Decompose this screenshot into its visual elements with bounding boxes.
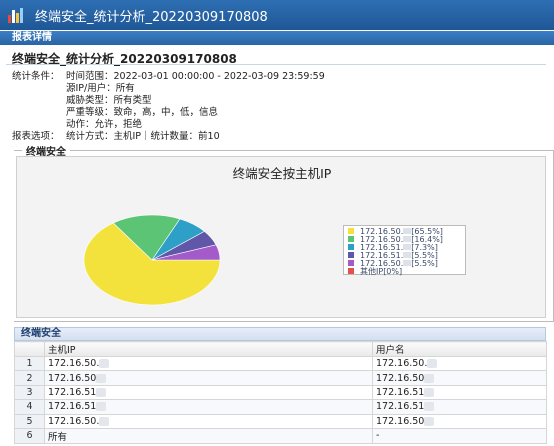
report-chart-icon [7,6,25,24]
redacted-mask [424,416,435,426]
table-row[interactable]: 2 172.16.50 172.16.50 [14,370,547,386]
results-table: 主机IP 用户名 1 172.16.50. 172.16.50. 2 172.16.50… [14,341,547,444]
redacted-mask [424,387,435,397]
table-row[interactable]: 4 172.16.51 172.16.51 [14,399,547,415]
panel-section-label: 报表详情 [0,31,554,45]
pie-chart-frame: 终端安全按主机IP 172.16.50. [65.5%] 172.16.50. [… [16,156,546,318]
cell-username: 172.16.50 [372,370,547,386]
redacted-mask [427,359,438,369]
cell-username: 172.16.51 [372,399,547,415]
legend-swatch [348,228,354,234]
redacted-mask [99,359,110,369]
cell-host-ip: 172.16.51 [44,399,373,415]
row-number: 1 [14,355,45,372]
legend-swatch [348,244,354,250]
legend-entry-6[interactable]: 其他IP [0%] [348,266,461,276]
redacted-mask [96,402,107,412]
row-number: 4 [14,399,45,415]
redacted-mask [403,252,412,258]
window-title: 终端安全_统计分析_20220309170808 [35,9,268,25]
row-number: 5 [14,413,45,429]
legend-swatch [348,260,354,266]
redacted-mask [424,373,435,383]
legend-swatch [348,236,354,242]
redacted-mask [424,402,435,412]
table-title: 终端安全 [14,327,546,341]
table-row[interactable]: 1 172.16.50. 172.16.50. [14,355,547,372]
table-row[interactable]: 6 所有 - [14,427,547,444]
table-row[interactable]: 3 172.16.51 172.16.51 [14,384,547,401]
legend-swatch [348,268,354,274]
redacted-mask [96,373,107,383]
pie-chart [83,214,221,306]
options-label: 报表选项： [12,131,60,142]
window-titlebar: 终端安全_统计分析_20220309170808 [0,0,554,30]
cell-host-ip: 172.16.51 [44,384,373,401]
redacted-mask [403,244,412,250]
redacted-mask [403,228,412,234]
stat-options: 统计方式：主机IP｜统计数量：前10 [66,131,220,142]
legend-percent: [0%] [383,266,403,276]
legend-label: 其他IP [360,266,384,276]
cell-host-ip: 172.16.50. [44,413,373,429]
cell-username: 172.16.50. [372,355,547,372]
cell-host-ip: 172.16.50 [44,370,373,386]
column-header-username[interactable]: 用户名 [372,341,547,357]
legend-percent: [5.5%] [411,258,438,268]
legend-swatch [348,252,354,258]
row-number-header [14,341,45,357]
cell-host-ip: 172.16.50. [44,355,373,372]
redacted-mask [403,260,412,266]
table-header-row: 主机IP 用户名 [14,341,547,357]
cell-username: 172.16.50 [372,413,547,429]
conditions-label: 统计条件： [12,71,60,82]
redacted-mask [403,236,412,242]
cell-username: - [372,427,547,444]
table-row[interactable]: 5 172.16.50. 172.16.50 [14,413,547,429]
column-header-host-ip[interactable]: 主机IP [44,341,373,357]
cell-host-ip: 所有 [44,427,373,444]
row-number: 2 [14,370,45,386]
title-divider [6,64,546,65]
row-number: 6 [14,427,45,444]
chart-legend: 172.16.50. [65.5%] 172.16.50. [16.4%] 172.… [343,225,466,276]
row-number: 3 [14,384,45,401]
redacted-mask [96,387,107,397]
redacted-mask [99,416,110,426]
cell-username: 172.16.51 [372,384,547,401]
